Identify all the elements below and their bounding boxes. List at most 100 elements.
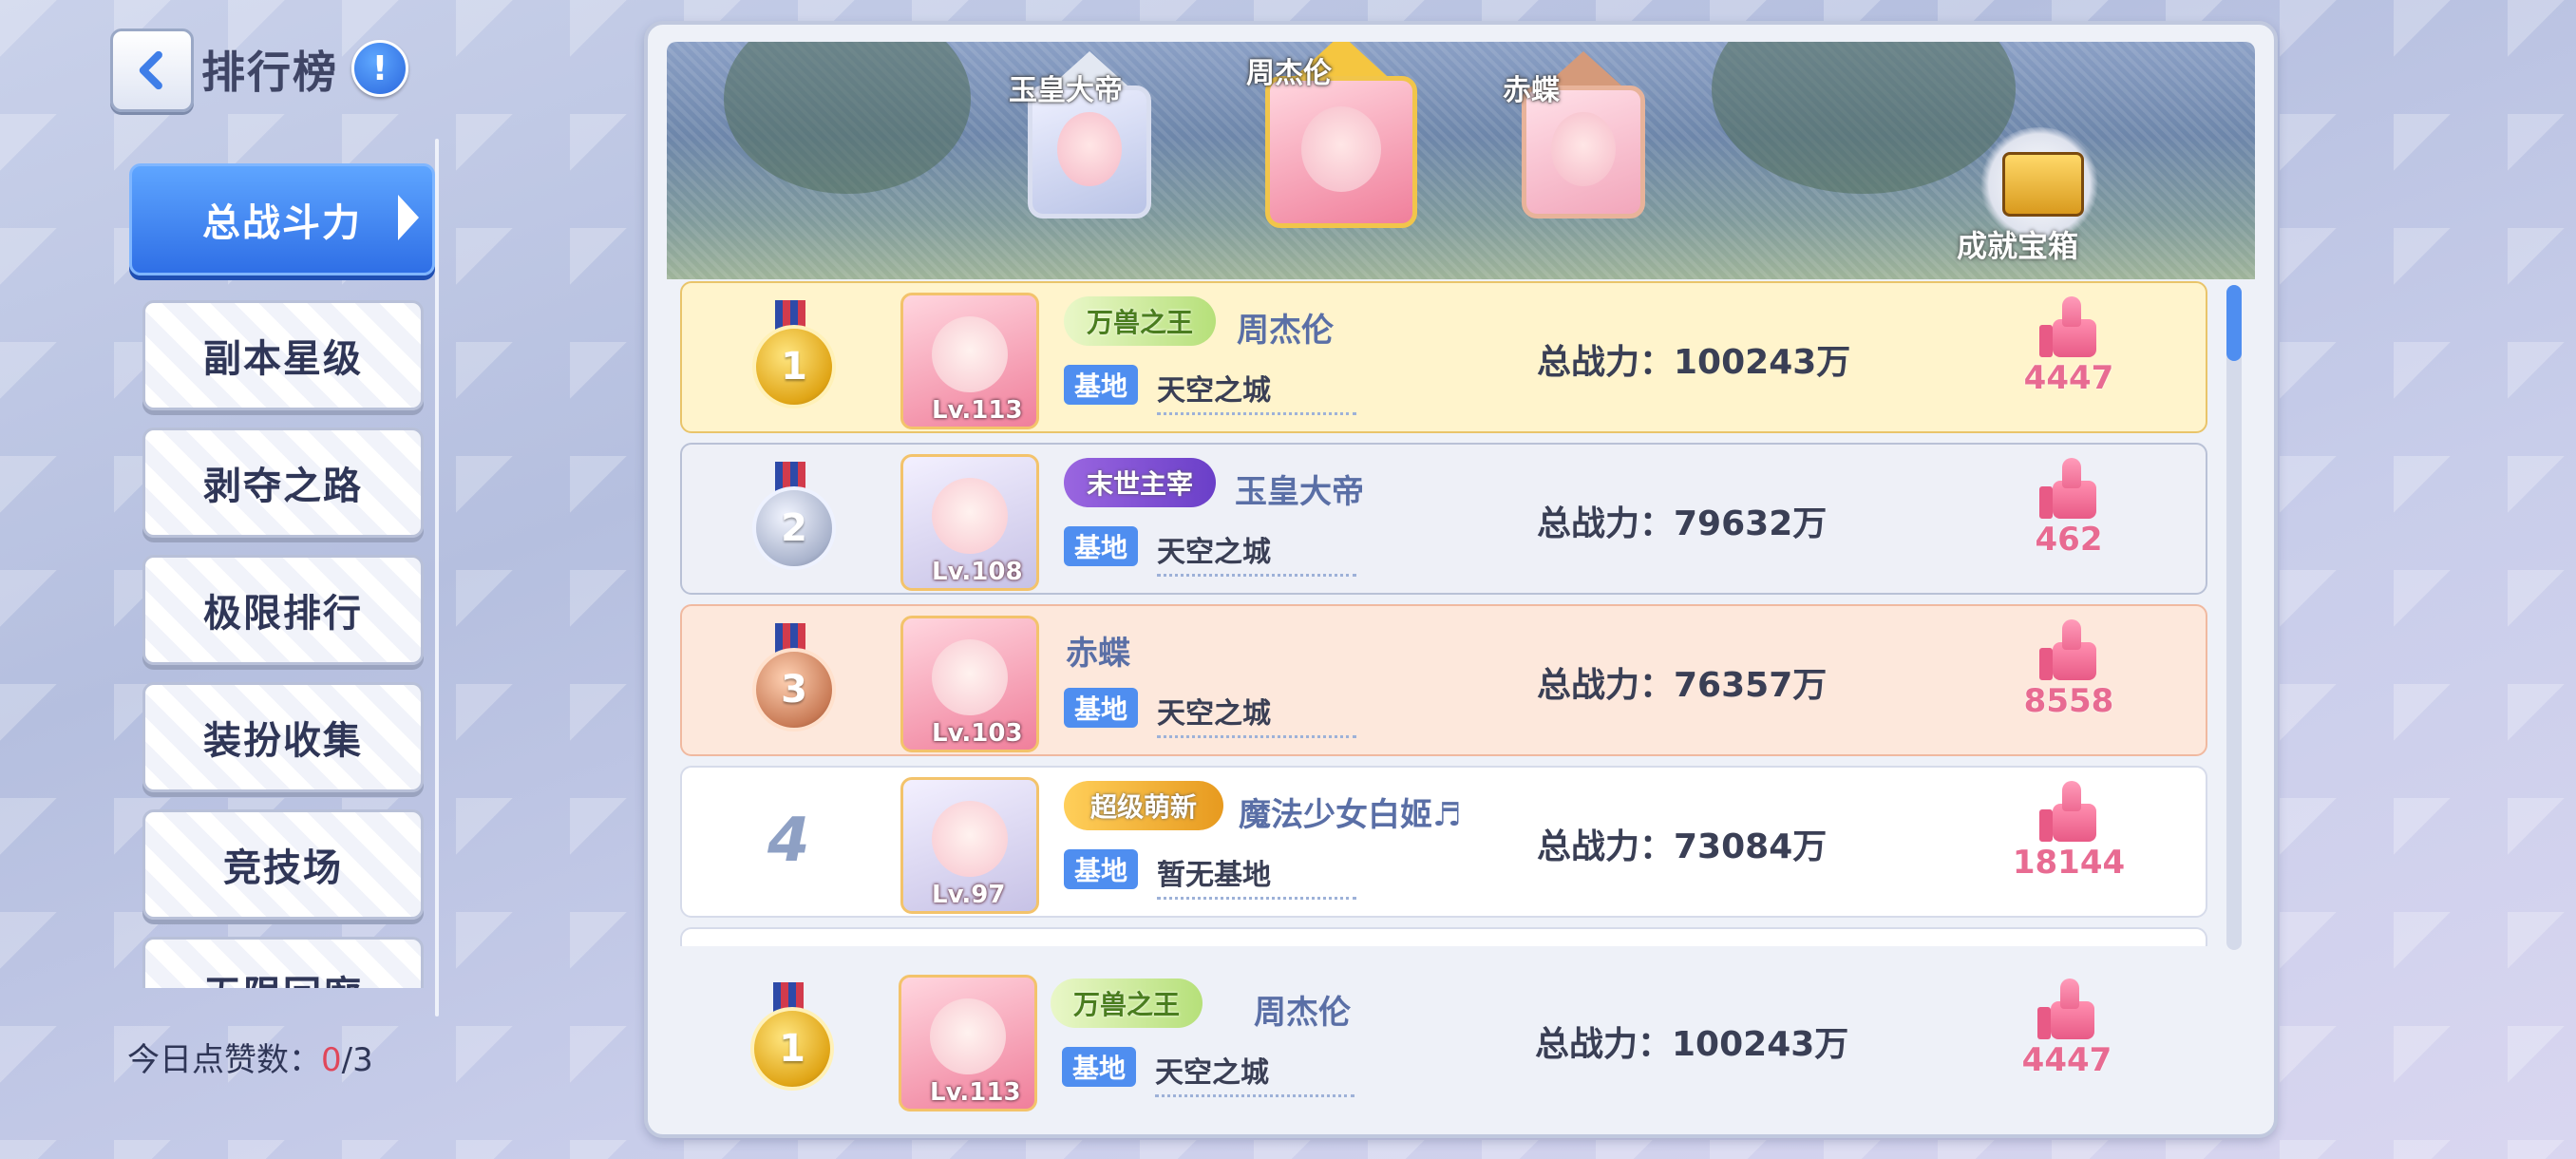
total-power: 总战力：76357万 [1537,666,1828,705]
scrollbar-thumb[interactable] [2226,285,2242,361]
player-avatar[interactable]: Lv.103 [900,616,1039,752]
like-button[interactable]: 18144 [2012,781,2126,882]
like-count: 462 [2035,521,2103,559]
total-power: 总战力：100243万 [1535,1025,1849,1064]
tab-outfit-collection[interactable]: 装扮收集 [142,682,424,792]
list-scrollbar[interactable] [2226,285,2242,950]
player-avatar[interactable]: Lv.108 [900,454,1039,591]
player-level: Lv.113 [930,1078,1021,1107]
tab-scrollbar[interactable] [435,139,439,1016]
title-badge: 超级萌新 [1064,781,1223,830]
podium-name: 周杰伦 [1246,57,1332,90]
player-name: 周杰伦 [1254,994,1351,1032]
podium-first[interactable]: 周杰伦 [1246,42,1436,228]
tab-dungeon-stars[interactable]: 副本星级 [142,300,424,410]
treasure-chest-icon [2002,152,2084,217]
like-button[interactable]: 8558 [2012,619,2126,720]
player-avatar[interactable]: Lv.113 [900,293,1039,429]
base-tag: 基地 [1062,1047,1136,1087]
back-button[interactable] [110,28,194,112]
page-title: 排行榜 [201,47,338,98]
tab-total-power[interactable]: 总战斗力 [129,163,435,276]
like-button[interactable]: 4447 [2010,978,2124,1079]
total-power: 总战力：79632万 [1537,504,1828,543]
player-level: Lv.97 [932,881,1006,909]
base-name[interactable]: 暂无基地 [1157,851,1356,900]
rank-number: 1 [752,325,836,408]
base-tag: 基地 [1064,526,1138,566]
tab-plunder-road[interactable]: 剥夺之路 [142,428,424,538]
like-count: 4447 [2023,359,2114,397]
tab-label: 无限回廊 [203,964,363,988]
likes-today-label: 今日点赞数： [127,1041,321,1079]
thumbs-up-icon [2039,619,2098,680]
likes-today-total: /3 [341,1041,373,1079]
base-name[interactable]: 天空之城 [1155,1049,1354,1097]
tab-label: 极限排行 [203,592,363,636]
player-avatar[interactable]: Lv.113 [899,975,1037,1112]
likes-today: 今日点赞数：0/3 [127,1034,373,1080]
rank-number: 1 [750,1007,834,1091]
tab-label: 竞技场 [223,846,343,890]
title-badge: 末世主宰 [1064,458,1216,507]
player-name: 魔法少女白姬♬ [1239,796,1462,834]
tab-extreme-rank[interactable]: 极限排行 [142,555,424,665]
thumbs-up-icon [2037,978,2096,1039]
ranking-list[interactable]: 1 Lv.113 万兽之王 周杰伦 基地 天空之城 总战力：100243万 44… [680,281,2211,946]
ranking-row[interactable]: 4 Lv.97 超级萌新 魔法少女白姬♬ 基地 暂无基地 总战力：73084万 … [680,766,2207,918]
background-tree [724,42,971,194]
base-name[interactable]: 天空之城 [1157,528,1356,577]
like-button[interactable]: 462 [2012,458,2126,559]
background-tree [1712,42,2016,194]
like-button[interactable]: 4447 [2012,296,2126,397]
podium-name: 赤蝶 [1503,74,1560,107]
podium-second[interactable]: 玉皇大帝 [1009,51,1170,218]
tab-label: 总战斗力 [202,201,362,245]
top-three-banner: 玉皇大帝 周杰伦 赤蝶 成就宝箱 [667,42,2255,279]
chevron-right-icon [398,195,419,240]
tab-label: 副本星级 [203,337,363,381]
podium-name: 玉皇大帝 [1009,74,1123,107]
category-tabs: 总战斗力 副本星级 剥夺之路 极限排行 装扮收集 竞技场 无限回廊 [123,152,437,988]
likes-today-used: 0 [321,1041,342,1079]
thumbs-up-icon [2039,458,2098,519]
tab-infinite-corridor[interactable]: 无限回廊 [142,937,424,988]
title-badge: 万兽之王 [1051,978,1203,1028]
podium-avatar [1265,76,1417,228]
base-tag: 基地 [1064,688,1138,728]
ranking-panel: 玉皇大帝 周杰伦 赤蝶 成就宝箱 1 Lv.113 万兽之王 周杰伦 基地 天空… [644,21,2278,1138]
chest-label: 成就宝箱 [1957,228,2079,264]
player-level: Lv.108 [932,558,1023,586]
info-icon[interactable]: ! [351,40,408,97]
like-count: 4447 [2021,1041,2112,1079]
rank-number: 2 [752,486,836,570]
podium-third[interactable]: 赤蝶 [1503,51,1664,218]
player-name: 周杰伦 [1237,312,1334,350]
player-name: 赤蝶 [1066,635,1130,673]
bronze-medal-icon: 3 [748,623,836,737]
like-count: 8558 [2023,682,2114,720]
like-count: 18144 [2012,844,2126,882]
gold-medal-icon: 1 [747,982,834,1096]
gold-medal-icon: 1 [748,300,836,414]
player-avatar[interactable]: Lv.97 [900,777,1039,914]
ranking-row[interactable] [680,927,2207,946]
ranking-row[interactable]: 3 Lv.103 赤蝶 基地 天空之城 总战力：76357万 8558 [680,604,2207,756]
silver-medal-icon: 2 [748,462,836,576]
tab-label: 装扮收集 [203,719,363,763]
tab-arena[interactable]: 竞技场 [142,809,424,920]
ranking-row[interactable]: 1 Lv.113 万兽之王 周杰伦 基地 天空之城 总战力：100243万 44… [680,281,2207,433]
ranking-row[interactable]: 2 Lv.108 末世主宰 玉皇大帝 基地 天空之城 总战力：79632万 46… [680,443,2207,595]
chevron-left-icon [139,50,162,90]
rank-number: 4 [767,806,810,876]
total-power: 总战力：73084万 [1537,827,1828,866]
total-power: 总战力：100243万 [1537,343,1851,382]
player-name: 玉皇大帝 [1235,473,1364,511]
rank-number: 3 [752,648,836,732]
base-name[interactable]: 天空之城 [1157,367,1356,415]
base-tag: 基地 [1064,365,1138,405]
player-level: Lv.103 [932,719,1023,748]
title-badge: 万兽之王 [1064,296,1216,346]
tab-label: 剥夺之路 [203,465,363,508]
base-name[interactable]: 天空之城 [1157,690,1356,738]
